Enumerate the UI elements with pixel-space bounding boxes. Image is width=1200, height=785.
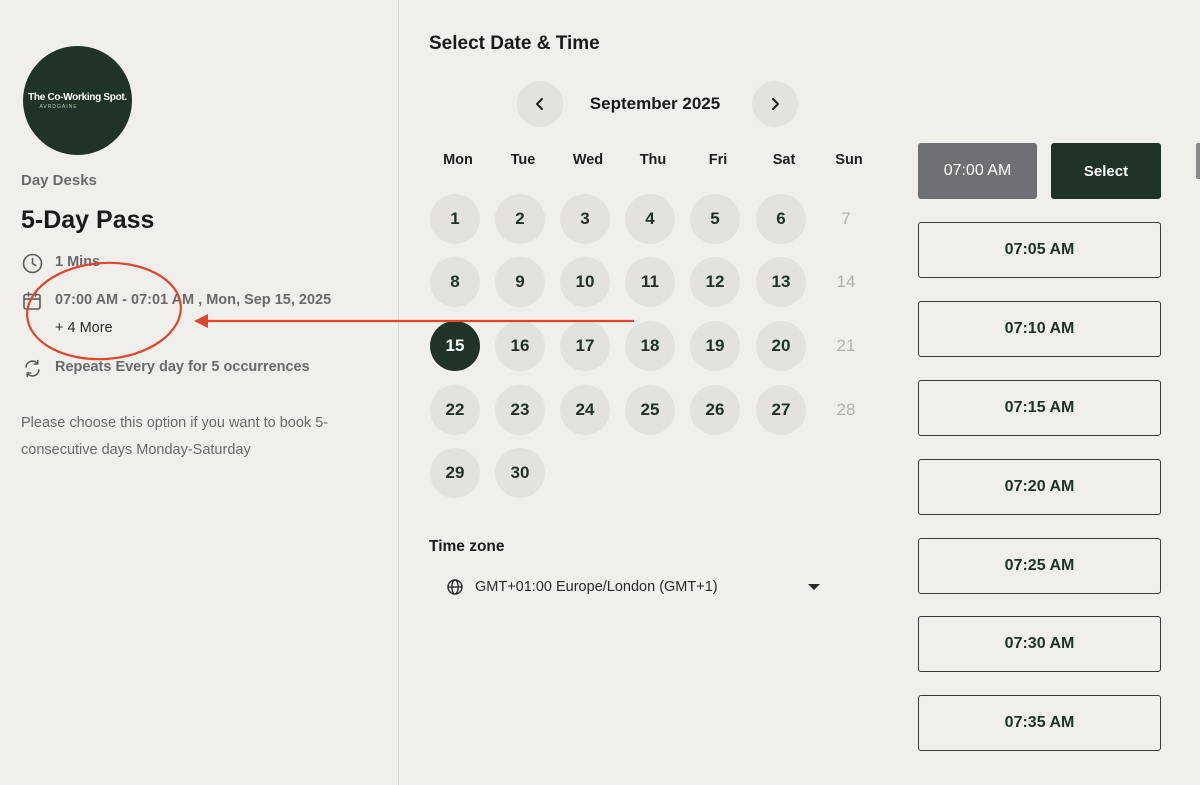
calendar-day[interactable]: 3 (560, 194, 610, 244)
calendar-day[interactable]: 17 (560, 321, 610, 371)
calendar-day[interactable]: 18 (625, 321, 675, 371)
caret-down-icon (808, 584, 820, 590)
datetime-text: 07:00 AM - 07:01 AM , Mon, Sep 15, 2025 (55, 292, 332, 308)
calendar-day[interactable]: 16 (495, 321, 545, 371)
calendar-day[interactable]: 26 (690, 385, 740, 435)
calendar-day[interactable]: 29 (430, 448, 480, 498)
calendar-day-selected[interactable]: 15 (430, 321, 480, 371)
repeat-text: Repeats Every day for 5 occurrences (55, 359, 310, 375)
company-logo: The Co-Working Spot. AVRDGAINE (23, 46, 132, 155)
logo-text: The Co-Working Spot. (28, 91, 127, 103)
calendar-day[interactable]: 12 (690, 257, 740, 307)
time-slot-button[interactable]: 07:15 AM (918, 380, 1161, 436)
calendar-day[interactable]: 13 (756, 257, 806, 307)
duration-text: 1 Mins (55, 254, 101, 270)
calendar-icon (21, 290, 43, 312)
repeat-row: Repeats Every day for 5 occurrences (21, 357, 310, 379)
timezone-select[interactable]: GMT+01:00 Europe/London (GMT+1) (446, 572, 826, 602)
duration-row: 1 Mins (21, 252, 100, 274)
repeat-icon (21, 357, 43, 379)
globe-icon (447, 579, 463, 595)
event-description: Please choose this option if you want to… (21, 415, 329, 458)
weekday-label: Mon (443, 152, 473, 168)
time-slot-button[interactable]: 07:25 AM (918, 538, 1161, 594)
weekday-label: Wed (572, 152, 604, 168)
event-category: Day Desks (21, 172, 97, 189)
chevron-right-icon (772, 98, 779, 110)
calendar-day: 14 (836, 272, 856, 291)
calendar-day[interactable]: 2 (495, 194, 545, 244)
selected-time-slot[interactable]: 07:00 AM (918, 143, 1037, 199)
next-month-button[interactable] (752, 81, 798, 127)
datetime-row: 07:00 AM - 07:01 AM , Mon, Sep 15, 2025 … (21, 290, 331, 338)
calendar-day[interactable]: 22 (430, 385, 480, 435)
calendar-day[interactable]: 8 (430, 257, 480, 307)
calendar-day[interactable]: 4 (625, 194, 675, 244)
chevron-left-icon (536, 98, 543, 110)
weekday-label: Tue (510, 152, 536, 168)
calendar-day: 7 (841, 209, 851, 228)
calendar-day[interactable]: 30 (495, 448, 545, 498)
weekday-label: Sat (772, 152, 796, 168)
time-slot-button[interactable]: 07:30 AM (918, 616, 1161, 672)
calendar-day[interactable]: 6 (756, 194, 806, 244)
timezone-value: GMT+01:00 Europe/London (GMT+1) (475, 579, 718, 595)
edge-indicator (1196, 143, 1200, 179)
event-details-panel: The Co-Working Spot. AVRDGAINE Day Desks… (0, 0, 399, 785)
time-slot-button[interactable]: 07:35 AM (918, 695, 1161, 751)
time-slot-button[interactable]: 07:10 AM (918, 301, 1161, 357)
previous-month-button[interactable] (517, 81, 563, 127)
calendar-day[interactable]: 19 (690, 321, 740, 371)
calendar-day[interactable]: 11 (625, 257, 675, 307)
weekday-label: Sun (835, 152, 863, 168)
logo-subtext: AVRDGAINE (39, 103, 78, 110)
weekday-label: Thu (639, 152, 667, 168)
calendar-day[interactable]: 25 (625, 385, 675, 435)
calendar-day[interactable]: 1 (430, 194, 480, 244)
calendar-day[interactable]: 10 (560, 257, 610, 307)
calendar-day[interactable]: 23 (495, 385, 545, 435)
calendar-day[interactable]: 24 (560, 385, 610, 435)
calendar-day[interactable]: 9 (495, 257, 545, 307)
event-title: 5-Day Pass (21, 206, 155, 234)
time-slot-button[interactable]: 07:20 AM (918, 459, 1161, 515)
more-occurrences-link[interactable]: + 4 More (55, 318, 331, 338)
calendar-day: 28 (836, 400, 856, 419)
calendar-day[interactable]: 27 (756, 385, 806, 435)
calendar-day[interactable]: 5 (690, 194, 740, 244)
calendar-day[interactable]: 20 (756, 321, 806, 371)
section-title: Select Date & Time (429, 33, 600, 54)
weekday-label: Fri (708, 152, 728, 168)
select-button[interactable]: Select (1051, 143, 1161, 199)
month-label: September 2025 (589, 94, 721, 113)
time-slot-button[interactable]: 07:05 AM (918, 222, 1161, 278)
calendar-day: 21 (836, 336, 856, 355)
timezone-label: Time zone (429, 538, 505, 555)
clock-icon (21, 252, 43, 274)
